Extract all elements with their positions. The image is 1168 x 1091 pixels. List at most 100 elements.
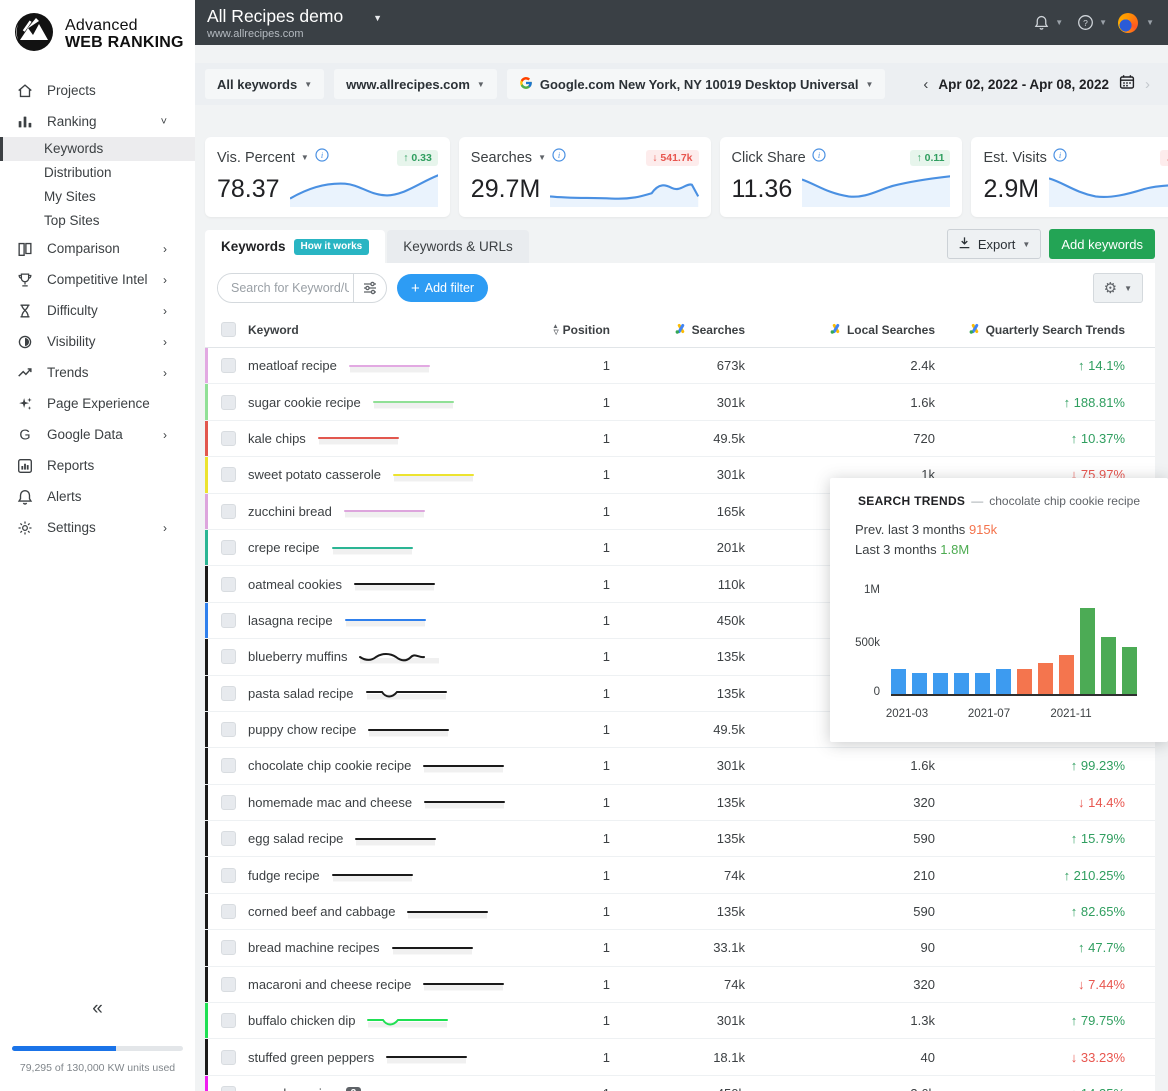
- info-icon[interactable]: i: [1053, 148, 1067, 167]
- rank-sparkline[interactable]: [353, 831, 439, 847]
- date-range-label[interactable]: Apr 02, 2022 - Apr 08, 2022: [938, 77, 1109, 92]
- rank-sparkline[interactable]: [365, 1013, 451, 1029]
- row-checkbox[interactable]: [221, 358, 236, 374]
- keyword-label[interactable]: blueberry muffins: [248, 649, 347, 664]
- sidebar-item-trends[interactable]: Trends ›: [0, 357, 195, 388]
- rank-sparkline[interactable]: [342, 503, 428, 519]
- keyword-label[interactable]: meatloaf recipe: [248, 358, 337, 373]
- rank-sparkline[interactable]: [352, 576, 438, 592]
- rank-sparkline[interactable]: [343, 612, 429, 628]
- keyword-label[interactable]: buffalo chicken dip: [248, 1013, 355, 1028]
- sidebar-item-google-data[interactable]: G Google Data ›: [0, 419, 195, 450]
- info-icon[interactable]: i: [315, 148, 329, 167]
- keyword-label[interactable]: egg salad recipe: [248, 831, 343, 846]
- row-checkbox[interactable]: [221, 940, 236, 956]
- row-checkbox[interactable]: [221, 722, 236, 738]
- rank-sparkline[interactable]: [391, 467, 477, 483]
- sidebar-item-ranking[interactable]: Ranking ˅: [0, 106, 195, 137]
- rank-sparkline[interactable]: [390, 940, 476, 956]
- select-all-checkbox[interactable]: [221, 322, 236, 337]
- sidebar-item-alerts[interactable]: Alerts: [0, 481, 195, 512]
- tab-keywords-urls[interactable]: Keywords & URLs: [387, 230, 529, 263]
- chevron-down-icon[interactable]: ▼: [1099, 18, 1107, 27]
- sidebar-item-keywords[interactable]: Keywords: [0, 137, 195, 161]
- keyword-label[interactable]: oatmeal cookies: [248, 577, 342, 592]
- info-icon[interactable]: i: [552, 148, 566, 167]
- keyword-label[interactable]: puppy chow recipe: [248, 722, 356, 737]
- sidebar-item-difficulty[interactable]: Difficulty ›: [0, 295, 195, 326]
- keyword-label[interactable]: lasagna recipe: [248, 613, 333, 628]
- keyword-label[interactable]: fudge recipe: [248, 868, 320, 883]
- metric-label[interactable]: Searches: [471, 150, 532, 166]
- keyword-label[interactable]: macaroni and cheese recipe: [248, 977, 411, 992]
- column-header-local-searches[interactable]: Local Searches: [745, 323, 935, 337]
- rank-sparkline[interactable]: [347, 358, 433, 374]
- keyword-label[interactable]: homemade mac and cheese: [248, 795, 412, 810]
- sidebar-collapse-button[interactable]: «: [0, 998, 195, 1020]
- date-prev-button[interactable]: ‹: [923, 76, 928, 93]
- site-dropdown[interactable]: www.allrecipes.com ▼: [334, 69, 497, 99]
- row-checkbox[interactable]: [221, 794, 236, 810]
- keyword-label[interactable]: crepe recipe: [248, 540, 320, 555]
- rank-sparkline[interactable]: [384, 1049, 470, 1065]
- rank-sparkline[interactable]: [405, 904, 491, 920]
- rank-sparkline[interactable]: [364, 685, 450, 701]
- rank-sparkline[interactable]: [422, 794, 508, 810]
- keyword-label[interactable]: kale chips: [248, 431, 306, 446]
- keyword-label[interactable]: sweet potato casserole: [248, 467, 381, 482]
- sidebar-item-comparison[interactable]: Comparison ›: [0, 233, 195, 264]
- filter-options-icon[interactable]: [354, 281, 386, 295]
- export-button[interactable]: Export ▼: [946, 229, 1042, 259]
- rank-sparkline[interactable]: [421, 758, 507, 774]
- rank-sparkline[interactable]: [330, 867, 416, 883]
- user-avatar[interactable]: [1118, 12, 1139, 33]
- add-keywords-button[interactable]: Add keywords: [1049, 229, 1155, 259]
- tab-keywords[interactable]: Keywords How it works: [205, 230, 386, 263]
- chevron-down-icon[interactable]: ▼: [1055, 18, 1063, 27]
- search-engine-dropdown[interactable]: Google.com New York, NY 10019 Desktop Un…: [506, 69, 886, 99]
- sidebar-item-settings[interactable]: Settings ›: [0, 512, 195, 543]
- column-header-searches[interactable]: Searches: [610, 323, 745, 337]
- calendar-icon[interactable]: [1119, 74, 1135, 95]
- sidebar-item-visibility[interactable]: Visibility ›: [0, 326, 195, 357]
- rank-sparkline[interactable]: [330, 540, 416, 556]
- row-checkbox[interactable]: [221, 904, 236, 920]
- row-checkbox[interactable]: [221, 1086, 236, 1091]
- keyword-label[interactable]: stuffed green peppers: [248, 1050, 374, 1065]
- sidebar-item-distribution[interactable]: Distribution: [0, 161, 195, 185]
- row-checkbox[interactable]: [221, 1013, 236, 1029]
- row-checkbox[interactable]: [221, 831, 236, 847]
- keyword-label[interactable]: sugar cookie recipe: [248, 395, 361, 410]
- keyword-label[interactable]: pasta salad recipe: [248, 686, 354, 701]
- row-checkbox[interactable]: [221, 685, 236, 701]
- chevron-down-icon[interactable]: ▼: [1146, 18, 1154, 27]
- row-checkbox[interactable]: [221, 540, 236, 556]
- info-icon[interactable]: i: [812, 148, 826, 167]
- rank-sparkline[interactable]: [371, 1086, 457, 1091]
- row-checkbox[interactable]: [221, 467, 236, 483]
- row-checkbox[interactable]: [221, 976, 236, 992]
- date-next-button[interactable]: ›: [1145, 76, 1150, 93]
- column-header-keyword[interactable]: Keyword: [248, 323, 550, 337]
- row-checkbox[interactable]: [221, 649, 236, 665]
- table-settings-button[interactable]: ⚙ ▼: [1092, 273, 1143, 303]
- sidebar-item-projects[interactable]: Projects: [0, 75, 195, 106]
- row-checkbox[interactable]: [221, 430, 236, 446]
- row-checkbox[interactable]: [221, 1049, 236, 1065]
- row-checkbox[interactable]: [221, 612, 236, 628]
- rank-sparkline[interactable]: [316, 430, 402, 446]
- sidebar-item-reports[interactable]: Reports: [0, 450, 195, 481]
- row-checkbox[interactable]: [221, 867, 236, 883]
- row-checkbox[interactable]: [221, 758, 236, 774]
- help-icon[interactable]: ?: [1074, 12, 1096, 34]
- keyword-label[interactable]: chocolate chip cookie recipe: [248, 758, 411, 773]
- keyword-label[interactable]: zucchini bread: [248, 504, 332, 519]
- rank-sparkline[interactable]: [357, 649, 443, 665]
- sidebar-item-my-sites[interactable]: My Sites: [0, 185, 195, 209]
- row-checkbox[interactable]: [221, 394, 236, 410]
- keyword-group-dropdown[interactable]: All keywords ▼: [205, 69, 325, 99]
- row-checkbox[interactable]: [221, 503, 236, 519]
- column-header-quarterly-trends[interactable]: Quarterly Search Trends: [935, 323, 1155, 337]
- keyword-label[interactable]: bread machine recipes: [248, 940, 380, 955]
- add-filter-button[interactable]: + Add filter: [397, 274, 489, 302]
